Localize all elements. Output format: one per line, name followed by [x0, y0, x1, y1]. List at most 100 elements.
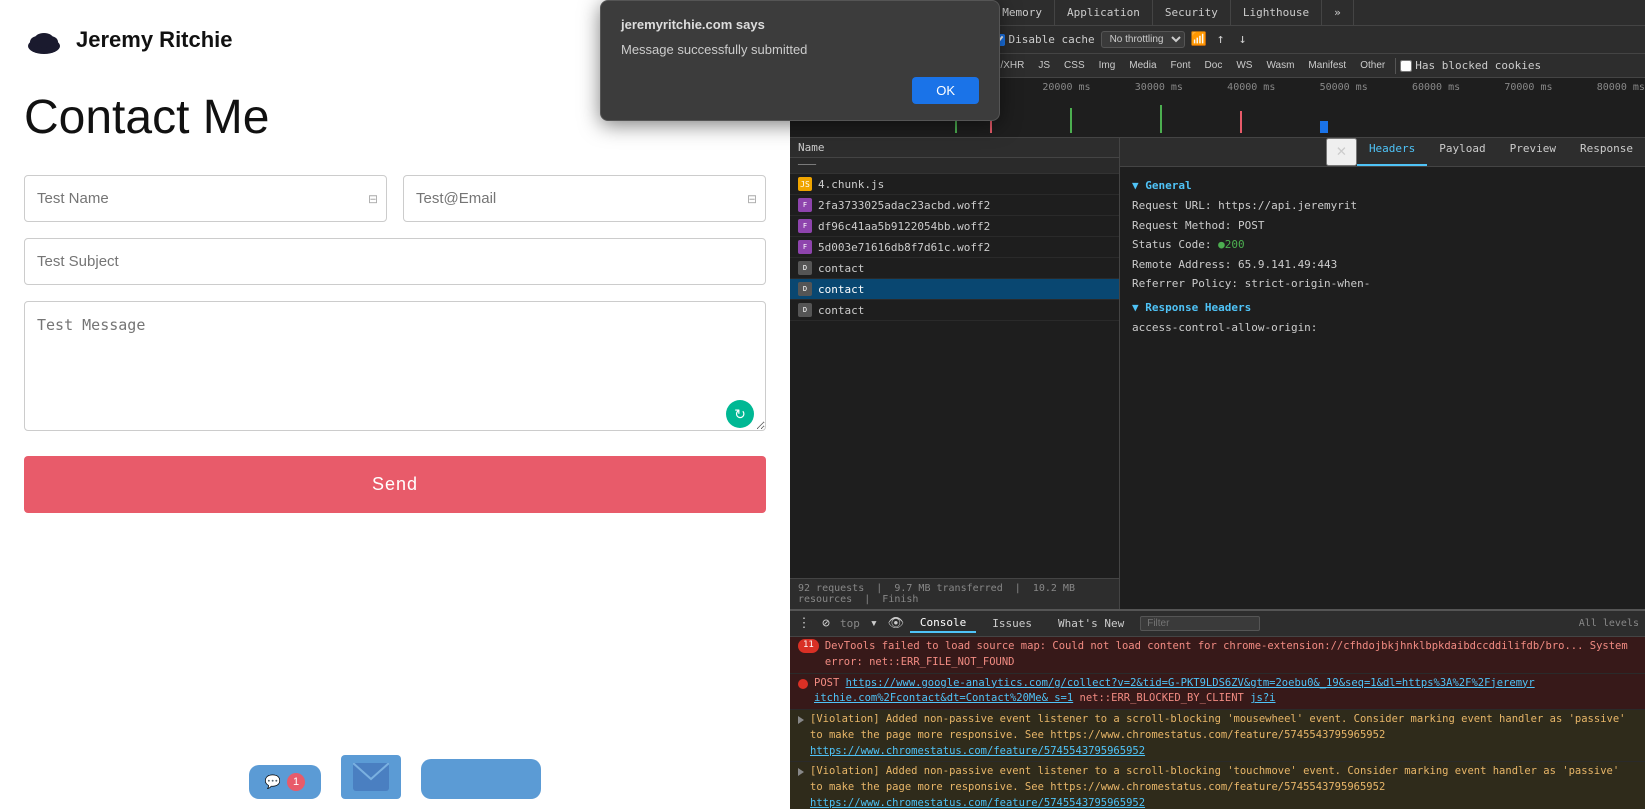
filter-media[interactable]: Media: [1123, 59, 1162, 72]
font-icon-2: F: [798, 219, 812, 233]
timeline-label-5: 50000 ms: [1320, 82, 1368, 93]
wifi-icon[interactable]: 📶: [1191, 32, 1207, 48]
details-tab-bar: ✕ Headers Payload Preview Response: [1120, 138, 1645, 167]
console-level-label: All levels: [1579, 618, 1639, 629]
console-menu-icon[interactable]: ⋮: [796, 616, 812, 632]
timeline-bar-3: [1070, 108, 1072, 133]
details-close-button[interactable]: ✕: [1326, 138, 1357, 166]
request-item-woff2-2[interactable]: F df96c41aa5b9122054bb.woff2: [790, 216, 1119, 237]
filter-other[interactable]: Other: [1354, 59, 1391, 72]
name-field-icon: ⊟: [368, 192, 378, 206]
has-blocked-cookies-checkbox[interactable]: Has blocked cookies: [1400, 59, 1541, 72]
status-code-row: Status Code: ● 200: [1132, 237, 1633, 254]
email-input[interactable]: [416, 190, 733, 207]
remote-address-value: Remote Address: 65.9.141.49:443: [1132, 257, 1337, 274]
name-col-header: Name: [798, 141, 825, 154]
response-header-row: access-control-allow-origin:: [1132, 320, 1633, 337]
bottom-decoration: 💬 1: [0, 659, 790, 809]
site-title: Jeremy Ritchie: [76, 27, 233, 53]
request-item-contact-3[interactable]: D contact: [790, 300, 1119, 321]
console-context-dropdown-icon[interactable]: ▾: [866, 616, 882, 632]
send-button[interactable]: Send: [24, 456, 766, 513]
console-eye-icon[interactable]: 👁: [888, 616, 904, 632]
upload-icon[interactable]: ↑: [1213, 32, 1229, 48]
ga-link[interactable]: https://www.google-analytics.com/g/colle…: [814, 677, 1535, 705]
filter-js[interactable]: JS: [1032, 59, 1056, 72]
devtools-panel: ⋯ Network Performance Memory Application…: [790, 0, 1645, 809]
filter-manifest[interactable]: Manifest: [1302, 59, 1352, 72]
console-context-label: top: [840, 617, 860, 630]
form-name-email-row: ⊟ ⊟: [24, 175, 766, 222]
filter-font[interactable]: Font: [1165, 59, 1197, 72]
response-header-value: access-control-allow-origin:: [1132, 320, 1317, 337]
request-item-contact-1[interactable]: D contact: [790, 258, 1119, 279]
console-tab-console[interactable]: Console: [910, 614, 976, 633]
details-content: ▼ General Request URL: https://api.jerem…: [1120, 167, 1645, 609]
has-blocked-cookies-input[interactable]: [1400, 60, 1412, 72]
disable-cache-checkbox[interactable]: Disable cache: [993, 33, 1094, 46]
separator-row: ───: [790, 158, 1119, 174]
alert-domain: jeremyritchie.com says: [621, 17, 979, 32]
details-tab-preview[interactable]: Preview: [1498, 138, 1568, 166]
request-item-chunk-js[interactable]: JS 4.chunk.js: [790, 174, 1119, 195]
name-input[interactable]: [37, 190, 354, 207]
js-icon: JS: [798, 177, 812, 191]
console-tab-whats-new[interactable]: What's New: [1048, 615, 1134, 632]
request-method-value: Request Method: POST: [1132, 218, 1264, 235]
timeline-label-3: 30000 ms: [1135, 82, 1183, 93]
general-section-title: ▼ General: [1132, 179, 1633, 192]
details-panel: ✕ Headers Payload Preview Response ▼ Gen…: [1120, 138, 1645, 609]
alert-dialog: jeremyritchie.com says Message successfu…: [600, 0, 1000, 121]
message-textarea[interactable]: [24, 301, 766, 431]
cloud-logo-icon: [24, 20, 64, 60]
referrer-policy-row: Referrer Policy: strict-origin-when-: [1132, 276, 1633, 293]
error-badge-11: 11: [798, 639, 819, 653]
js-link[interactable]: js?i: [1250, 692, 1275, 704]
console-entry-violation-2: [Violation] Added non-passive event list…: [790, 762, 1645, 809]
filter-css[interactable]: CSS: [1058, 59, 1091, 72]
tab-security[interactable]: Security: [1153, 0, 1231, 25]
alert-ok-button[interactable]: OK: [912, 77, 979, 104]
timeline-label-2: 20000 ms: [1042, 82, 1090, 93]
request-list-header: Name: [790, 138, 1119, 158]
console-panel: ⋮ ⊘ top ▾ 👁 Console Issues What's New Al…: [790, 609, 1645, 809]
filter-ws[interactable]: WS: [1230, 59, 1258, 72]
filter-wasm[interactable]: Wasm: [1260, 59, 1300, 72]
console-stop-icon[interactable]: ⊘: [818, 616, 834, 632]
tab-application[interactable]: Application: [1055, 0, 1153, 25]
chat-icon: 💬: [265, 774, 281, 790]
request-item-contact-2[interactable]: D contact: [790, 279, 1119, 300]
remote-address-row: Remote Address: 65.9.141.49:443: [1132, 257, 1633, 274]
warning-triangle-1: [798, 716, 804, 724]
console-toolbar: ⋮ ⊘ top ▾ 👁 Console Issues What's New Al…: [790, 611, 1645, 637]
details-tab-headers[interactable]: Headers: [1357, 138, 1427, 166]
filter-img[interactable]: Img: [1093, 59, 1122, 72]
status-code-value: ●: [1218, 237, 1225, 254]
chromestatus-link-1[interactable]: https://www.chromestatus.com/feature/574…: [810, 745, 1145, 757]
request-item-woff2-1[interactable]: F 2fa3733025adac23acbd.woff2: [790, 195, 1119, 216]
download-icon[interactable]: ↓: [1235, 32, 1251, 48]
doc-icon-3: D: [798, 303, 812, 317]
request-item-woff2-3[interactable]: F 5d003e71616db8f7d61c.woff2: [790, 237, 1119, 258]
details-tab-payload[interactable]: Payload: [1427, 138, 1497, 166]
timeline-labels: 10000 ms 20000 ms 30000 ms 40000 ms 5000…: [950, 82, 1645, 93]
doc-icon-1: D: [798, 261, 812, 275]
message-card-decoration: [421, 759, 541, 799]
subject-input[interactable]: [24, 238, 766, 285]
throttle-select[interactable]: No throttling: [1101, 31, 1185, 48]
transferred-size: 9.7 MB transferred: [894, 583, 1002, 594]
tab-lighthouse[interactable]: Lighthouse: [1231, 0, 1322, 25]
filter-doc[interactable]: Doc: [1199, 59, 1229, 72]
tab-more[interactable]: »: [1322, 0, 1354, 25]
request-method-row: Request Method: POST: [1132, 218, 1633, 235]
request-name-1: 4.chunk.js: [818, 178, 1111, 191]
console-content: 11 DevTools failed to load source map: C…: [790, 637, 1645, 809]
timeline-bar-4: [1160, 105, 1162, 133]
console-tab-issues[interactable]: Issues: [982, 615, 1042, 632]
details-tab-response[interactable]: Response: [1568, 138, 1645, 166]
textarea-refresh-icon[interactable]: ↻: [726, 400, 754, 428]
request-name-7: contact: [818, 304, 1111, 317]
console-filter-input[interactable]: [1140, 616, 1260, 631]
error-dot-1: [798, 679, 808, 689]
chromestatus-link-2[interactable]: https://www.chromestatus.com/feature/574…: [810, 797, 1145, 809]
